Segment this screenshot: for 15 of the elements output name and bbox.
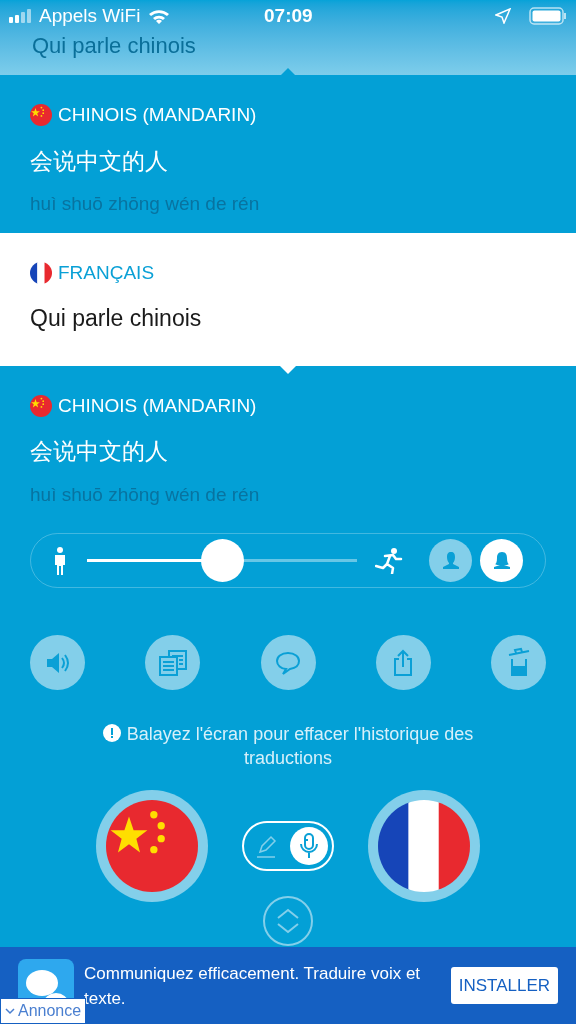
ad-text: Communiquez efficacement. Traduire voix et texte. [84,962,422,1010]
language-label: CHINOIS (MANDARIN) [58,103,257,127]
install-button[interactable]: INSTALLER [450,967,558,1004]
clock-text: 07:09 [264,3,313,28]
translation-text: 会说中文的人 [30,437,169,466]
translation-card[interactable]: FRANÇAIS Qui parle chinois [0,232,576,366]
previous-translation-text: Qui parle chinois [32,33,196,59]
translation-text: Qui parle chinois [30,304,203,333]
language-label: FRANÇAIS [58,260,155,285]
swipe-hint-text: Balayez l'écran pour effacer l'historique des traductions [60,722,516,770]
language-label: CHINOIS (MANDARIN) [58,393,257,418]
translation-text: 会说中文的人 [30,146,169,176]
ad-label[interactable]: Annonce [0,998,87,1024]
ad-banner[interactable]: Communiquez efficacement. Traduire voix et texte. INSTALLER Annonce [0,947,576,1024]
carrier-text: Appels WiFi [39,3,141,28]
